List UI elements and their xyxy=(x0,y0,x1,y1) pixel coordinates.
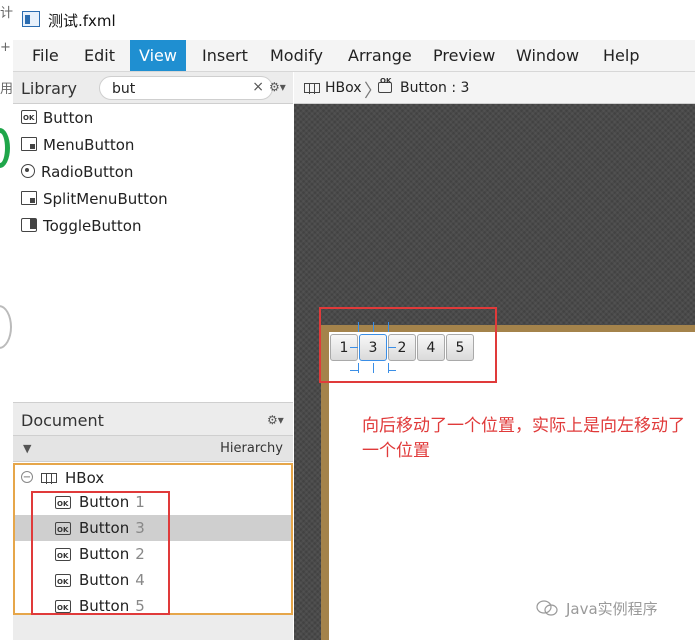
library-item-splitmenubutton[interactable]: SplitMenuButton xyxy=(21,186,168,212)
library-item-togglebutton[interactable]: ToggleButton xyxy=(21,213,141,239)
library-item-button[interactable]: Button xyxy=(21,105,93,131)
document-gear-icon[interactable]: ⚙▾ xyxy=(267,413,284,427)
bleed-glyph: + xyxy=(0,40,11,55)
hierarchy-label: Hierarchy xyxy=(220,441,283,456)
ok-button-icon xyxy=(378,77,392,93)
menu-help[interactable]: Help xyxy=(594,40,648,71)
bleed-glyph: 计 xyxy=(0,6,14,21)
tree-label: HBox xyxy=(65,469,105,487)
collapse-triangle-icon[interactable]: ▼ xyxy=(23,442,31,455)
library-list: Button MenuButton RadioButton SplitMenuB… xyxy=(13,104,293,402)
library-search-box[interactable]: × xyxy=(99,76,273,100)
library-item-label: RadioButton xyxy=(41,163,134,181)
radio-button-icon xyxy=(21,164,35,178)
library-item-label: MenuButton xyxy=(43,136,135,154)
tree-row-hbox[interactable]: − HBox xyxy=(15,465,291,491)
panel-footer xyxy=(13,615,293,640)
breadcrumb: HBox 〉 Button : 3 xyxy=(294,72,695,104)
library-search-input[interactable] xyxy=(110,79,244,99)
title-bar: 测试.fxml xyxy=(0,0,695,40)
menu-view[interactable]: View xyxy=(130,40,186,71)
library-item-menubutton[interactable]: MenuButton xyxy=(21,132,134,158)
annotation-text: 向后移动了一个位置，实际上是向左移动了一个位置 xyxy=(362,416,685,461)
window-title: 测试.fxml xyxy=(48,12,116,30)
watermark-text: Java实例程序 xyxy=(566,600,658,618)
menu-bar: File Edit View Insert Modify Arrange Pre… xyxy=(13,40,695,72)
annotation-highlight-box xyxy=(31,491,170,615)
menu-preview[interactable]: Preview xyxy=(424,40,504,71)
annotation-highlight-box xyxy=(319,307,497,383)
menu-edit[interactable]: Edit xyxy=(75,40,124,71)
collapse-toggle-icon[interactable]: − xyxy=(21,471,33,483)
menu-insert[interactable]: Insert xyxy=(193,40,257,71)
app-icon xyxy=(22,11,40,27)
library-item-label: Button xyxy=(43,109,94,127)
breadcrumb-hbox[interactable]: HBox xyxy=(325,80,362,96)
library-item-label: SplitMenuButton xyxy=(43,190,168,208)
bleed-glyph: 用 xyxy=(0,82,14,97)
hbox-icon xyxy=(41,473,57,484)
library-gear-icon[interactable]: ⚙▾ xyxy=(269,80,286,94)
hbox-icon xyxy=(304,83,320,94)
menu-window[interactable]: Window xyxy=(507,40,588,71)
library-item-radiobutton[interactable]: RadioButton xyxy=(21,159,133,185)
document-title: Document xyxy=(21,411,104,430)
toggle-button-icon xyxy=(21,218,37,232)
ok-button-icon xyxy=(21,105,37,131)
library-item-label: ToggleButton xyxy=(43,217,142,235)
menu-modify[interactable]: Modify xyxy=(261,40,332,71)
menu-button-icon xyxy=(21,137,37,151)
menu-arrange[interactable]: Arrange xyxy=(339,40,421,71)
library-title: Library xyxy=(21,79,77,98)
split-menu-button-icon xyxy=(21,191,37,205)
breadcrumb-button[interactable]: Button : 3 xyxy=(400,80,469,96)
library-header: Library × ⚙▾ xyxy=(13,72,293,104)
document-header: Document ⚙▾ xyxy=(13,402,293,436)
wechat-icon xyxy=(536,600,558,616)
hierarchy-header[interactable]: ▼ Hierarchy xyxy=(13,436,293,462)
menu-file[interactable]: File xyxy=(23,40,68,71)
clear-icon[interactable]: × xyxy=(252,79,264,95)
background-window-edge: 计 用 + xyxy=(0,6,14,350)
